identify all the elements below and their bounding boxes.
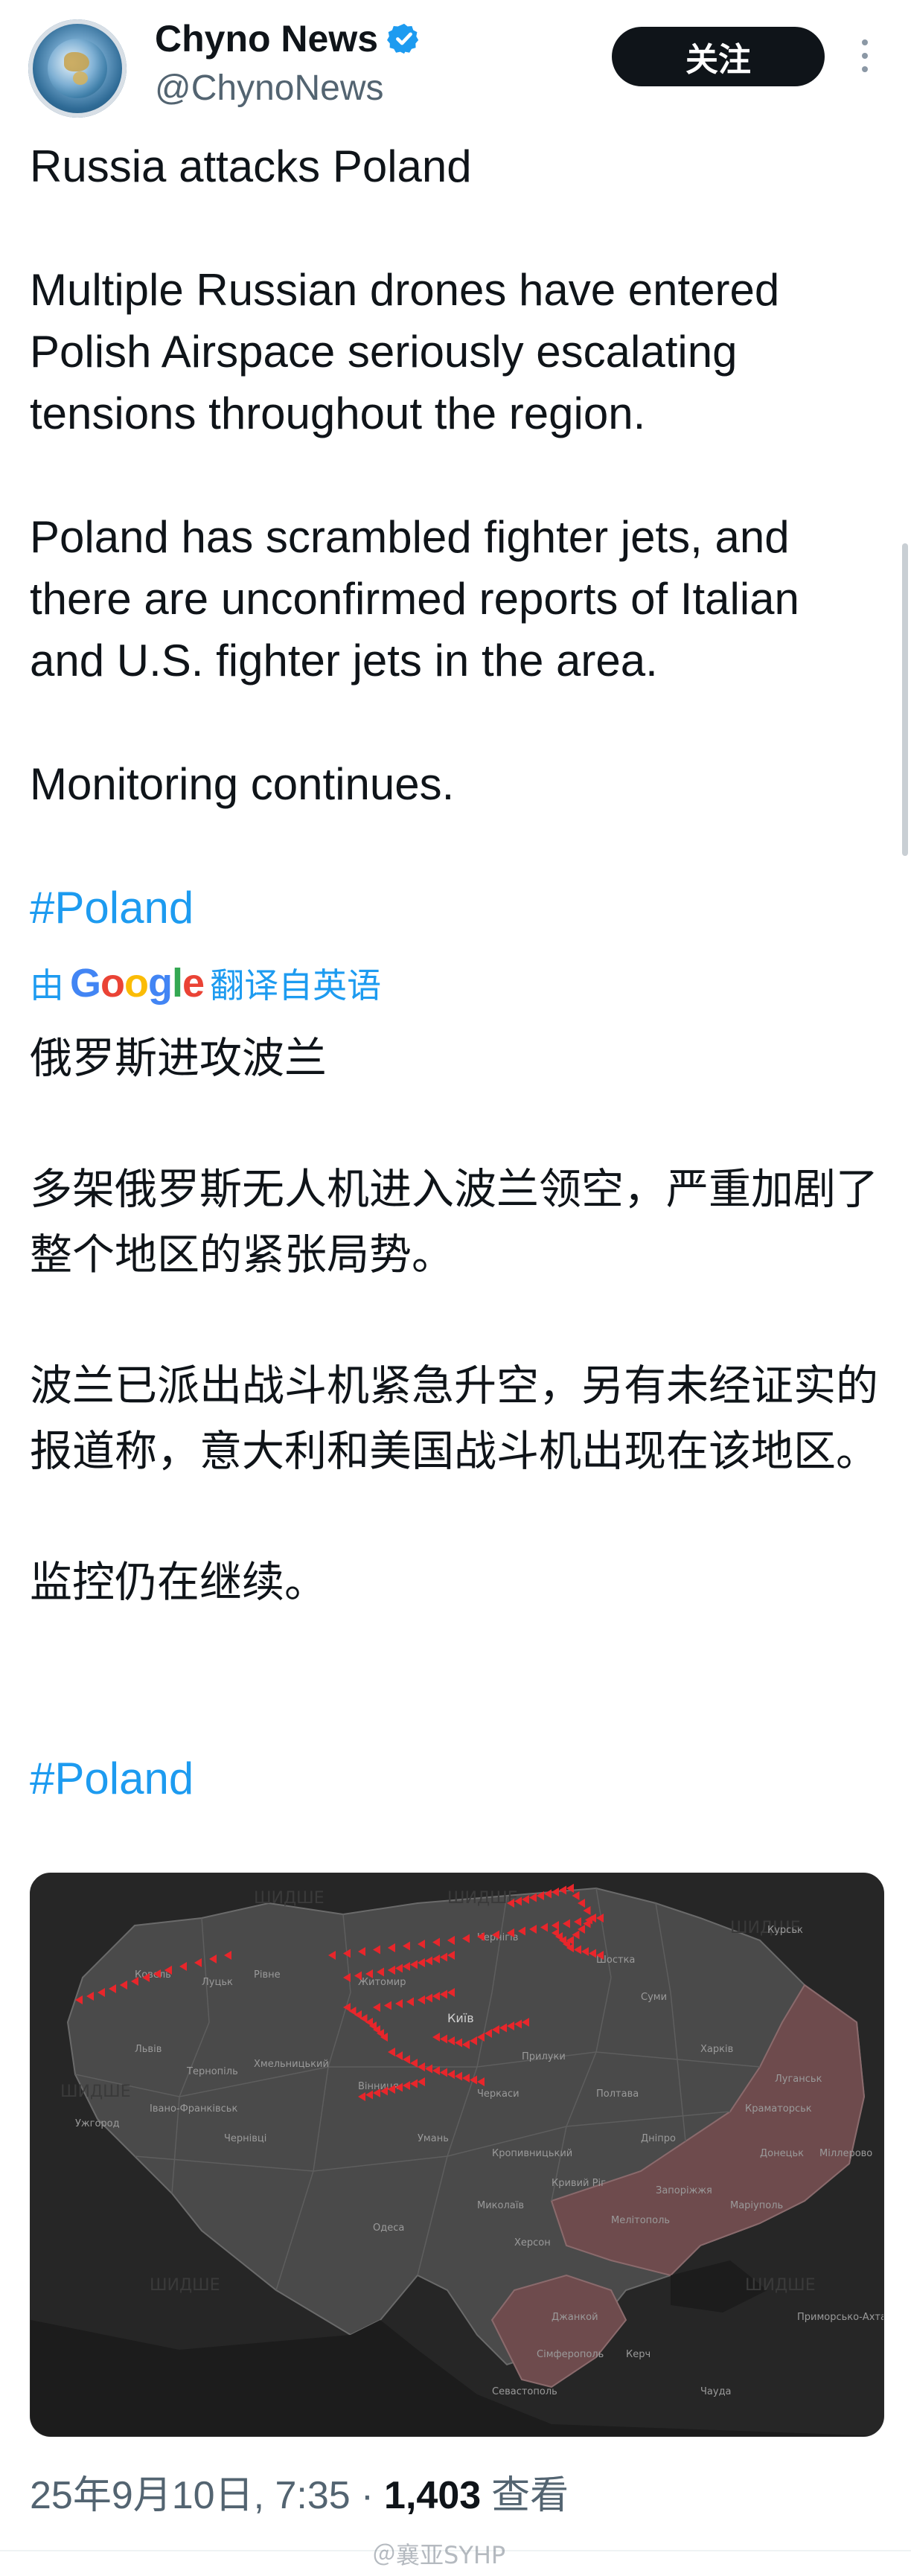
avatar[interactable] xyxy=(28,19,127,118)
city-label: Мелітополь xyxy=(611,2215,670,2226)
translate-suffix: 翻译自英语 xyxy=(210,965,382,1006)
city-label: Прилуки xyxy=(522,2051,566,2062)
city-label: Чауда xyxy=(700,2386,732,2397)
city-label: Донецьк xyxy=(760,2148,804,2159)
meta-separator: · xyxy=(360,2474,374,2517)
city-label: Міллерово xyxy=(819,2148,872,2159)
city-label: Керч xyxy=(626,2349,651,2360)
translated-paragraph: 多架俄罗斯无人机进入波兰领空，严重加剧了整个地区的紧张局势。 xyxy=(30,1165,878,1279)
city-label: Приморсько-Ахтарськ xyxy=(797,2312,883,2323)
city-label: Тернопіль xyxy=(186,2066,238,2077)
city-label: Кропивницький xyxy=(492,2148,572,2159)
tweet-meta: 25年9月10日, 7:35 · 1,403 查看 xyxy=(30,2470,569,2522)
city-label: Сімферополь xyxy=(537,2349,604,2360)
svg-text:ШИДШЕ: ШИДШЕ xyxy=(60,2083,131,2101)
tweet-header: Chyno News @ChynoNews 关注 xyxy=(0,0,911,127)
city-label: Миколаїв xyxy=(477,2200,524,2211)
scrollbar[interactable] xyxy=(902,543,908,856)
city-label: Хмельницький xyxy=(254,2059,329,2070)
city-label: Краматорськ xyxy=(745,2103,812,2115)
city-label: Курськ xyxy=(767,1925,803,1936)
more-options-icon[interactable] xyxy=(850,30,880,82)
city-label: Рівне xyxy=(254,1969,281,1981)
city-label: Дніпро xyxy=(641,2133,676,2144)
city-label: Луцьк xyxy=(202,1977,233,1988)
city-label: Чернівці xyxy=(224,2133,266,2144)
display-name[interactable]: Chyno News xyxy=(155,16,378,61)
translated-paragraph: 监控仍在继续。 xyxy=(30,1558,327,1607)
city-label: Джанкой xyxy=(552,2312,598,2323)
svg-text:ШИДШЕ: ШИДШЕ xyxy=(150,2276,220,2295)
city-label: Запоріжжя xyxy=(656,2185,712,2196)
city-label: Суми xyxy=(641,1992,667,2003)
translate-prefix: 由 xyxy=(30,965,64,1006)
translated-paragraph: 波兰已派出战斗机紧急升空，另有未经证实的报道称，意大利和美国战斗机出现在该地区。 xyxy=(30,1361,878,1476)
google-logo-icon: Google xyxy=(70,961,205,1006)
tweet-media-map[interactable]: ШИДШЕ ШИДШЕ ШИДШЕ ШИДШЕ ШИДШЕ ШИДШЕ Київ Ков… xyxy=(30,1873,884,2437)
city-label: Черкаси xyxy=(477,2088,520,2100)
city-label: Івано-Франківськ xyxy=(150,2103,237,2115)
city-label: Херсон xyxy=(514,2237,551,2249)
city-label: Ковель xyxy=(135,1969,171,1981)
tweet-paragraph: Monitoring continues. xyxy=(30,759,455,809)
tweet-paragraph: Russia attacks Poland xyxy=(30,141,472,191)
author-handle[interactable]: @ChynoNews xyxy=(155,67,384,110)
translated-body: 俄罗斯进攻波兰 多架俄罗斯无人机进入波兰领空，严重加剧了整个地区的紧张局势。 波… xyxy=(30,1026,886,1615)
city-label: Ужгород xyxy=(75,2118,120,2129)
ukraine-drone-map: ШИДШЕ ШИДШЕШИДШЕ ШИДШЕШИДШЕШИДШЕ Київ Ков… xyxy=(31,1873,883,2436)
timestamp[interactable]: 25年9月10日, 7:35 xyxy=(30,2470,351,2522)
tweet-paragraph: Poland has scrambled fighter jets, and t… xyxy=(30,512,799,685)
city-label: Кривий Ріг xyxy=(552,2178,606,2189)
views-count: 1,403 xyxy=(384,2474,482,2517)
views-label: 查看 xyxy=(491,2474,569,2517)
hashtag-link[interactable]: #Poland xyxy=(30,877,886,939)
author-name-row: Chyno News xyxy=(155,16,421,61)
svg-text:ШИДШЕ: ШИДШЕ xyxy=(745,2276,816,2295)
tweet-body: Russia attacks Poland Multiple Russian d… xyxy=(30,135,886,939)
verified-badge-icon xyxy=(387,23,419,54)
city-label: Маріуполь xyxy=(730,2200,783,2211)
city-label: Одеса xyxy=(373,2222,404,2234)
translated-paragraph: 俄罗斯进攻波兰 xyxy=(30,1034,327,1083)
city-label: Севастополь xyxy=(492,2386,557,2397)
city-label: Львів xyxy=(135,2044,162,2055)
city-label: Полтава xyxy=(596,2088,639,2100)
svg-text:ШИДШЕ: ШИДШЕ xyxy=(254,1889,325,1908)
translated-hashtag-link[interactable]: #Poland xyxy=(30,1749,194,1809)
svg-text:ШИДШЕ: ШИДШЕ xyxy=(447,1889,518,1908)
follow-button[interactable]: 关注 xyxy=(612,27,825,86)
city-label: Житомир xyxy=(358,1977,406,1988)
city-label-kyiv: Київ xyxy=(447,2011,474,2025)
city-label: Умань xyxy=(418,2133,449,2144)
image-watermark: ＠襄亚SYHP xyxy=(372,2541,506,2569)
tweet-paragraph: Multiple Russian drones have entered Pol… xyxy=(30,265,780,438)
city-label: Харків xyxy=(700,2044,733,2055)
translated-by-google[interactable]: 由 Google 翻译自英语 xyxy=(30,959,381,1008)
city-label: Луганськ xyxy=(775,2074,822,2085)
